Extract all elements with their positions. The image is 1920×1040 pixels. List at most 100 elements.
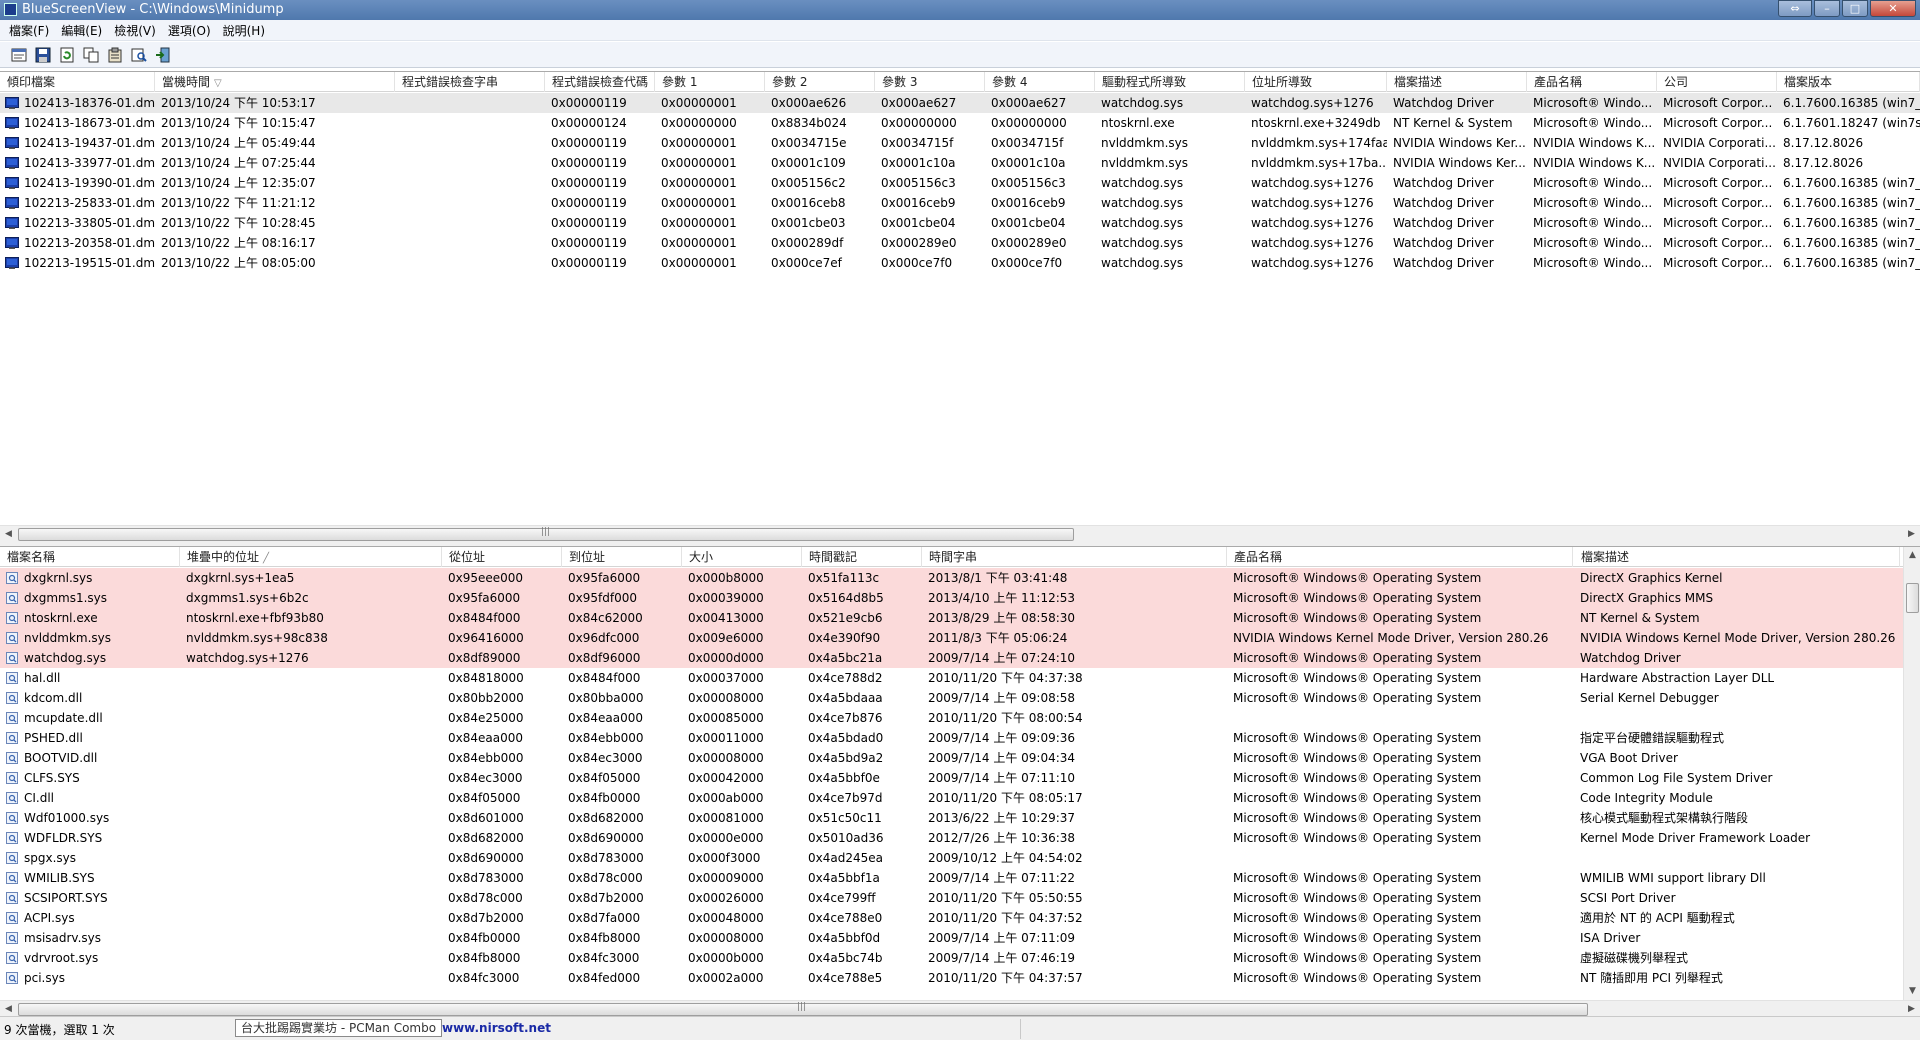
table-row[interactable]: 102413-19390-01.dmp 2013/10/24 上午 12:35:0…	[0, 173, 1920, 193]
table-row[interactable]: pci.sys 0x84fc3000 0x84fed000 0x0002a000 0x4…	[0, 968, 1920, 988]
table-row[interactable]: CI.dll 0x84f05000 0x84fb0000 0x000ab000 0x4c…	[0, 788, 1920, 808]
table-cell	[180, 908, 442, 928]
table-row[interactable]: BOOTVID.dll 0x84ebb000 0x84ec3000 0x0000800…	[0, 748, 1920, 768]
table-cell: 6.1.7600.16385 (win7_rtm	[1783, 196, 1920, 210]
menu-view[interactable]: 檢視(V)	[109, 22, 161, 39]
column-header[interactable]: 產品名稱	[1227, 547, 1573, 567]
switch-window-button[interactable]: ⇔	[1778, 0, 1812, 17]
table-row[interactable]: CLFS.SYS 0x84ec3000 0x84f05000 0x00042000 0x…	[0, 768, 1920, 788]
menu-file[interactable]: 檔案(F)	[4, 22, 54, 39]
table-cell: NVIDIA Corporati...	[1663, 136, 1776, 150]
table-cell: Microsoft® Windows® Operating System	[1233, 891, 1482, 905]
scroll-right-arrow-icon[interactable]: ▶	[1903, 526, 1920, 541]
table-row[interactable]: nvlddmkm.sys nvlddmkm.sys+98c838 0x9641600…	[0, 628, 1920, 648]
find-icon[interactable]	[130, 46, 148, 64]
column-header[interactable]: 檔案版本	[1777, 72, 1920, 92]
table-cell: 0x4ce799ff	[808, 891, 876, 905]
driver-list-hscrollbar[interactable]: ◀ ||| ▶	[0, 1000, 1920, 1016]
column-header[interactable]: 參數 2	[765, 72, 875, 92]
menu-help[interactable]: 說明(H)	[218, 22, 270, 39]
table-cell: 0x4ce7b97d	[808, 791, 883, 805]
nirsoft-link[interactable]: www.nirsoft.net	[442, 1021, 551, 1035]
column-header[interactable]: 到位址	[562, 547, 682, 567]
table-cell: 0x8d783000	[448, 871, 524, 885]
table-cell: 0x4ce788e0	[808, 911, 883, 925]
column-header[interactable]: 當機時間 ▽	[155, 72, 395, 92]
table-row[interactable]: kdcom.dll 0x80bb2000 0x80bba000 0x00008000 0…	[0, 688, 1920, 708]
minimize-button[interactable]: –	[1814, 0, 1840, 17]
table-row[interactable]: ntoskrnl.exe ntoskrnl.exe+fbf93b80 0x8484f…	[0, 608, 1920, 628]
column-header[interactable]: 位址所導致	[1245, 72, 1387, 92]
properties-icon[interactable]	[106, 46, 124, 64]
column-header[interactable]: 參數 4	[985, 72, 1095, 92]
table-row[interactable]: WDFLDR.SYS 0x8d682000 0x8d690000 0x0000e000…	[0, 828, 1920, 848]
table-row[interactable]: Wdf01000.sys 0x8d601000 0x8d682000 0x000810…	[0, 808, 1920, 828]
table-row[interactable]: dxgmms1.sys dxgmms1.sys+6b2c 0x95fa6000 0x9…	[0, 588, 1920, 608]
close-button[interactable]: ✕	[1870, 0, 1916, 17]
column-header[interactable]: 從位址	[442, 547, 562, 567]
table-cell: Microsoft® Windows® Operating System	[1233, 751, 1482, 765]
driver-file-icon	[6, 772, 18, 784]
column-header[interactable]: 參數 1	[655, 72, 765, 92]
table-row[interactable]: 102413-18673-01.dmp 2013/10/24 下午 10:15:4…	[0, 113, 1920, 133]
table-row[interactable]: 102413-18376-01.dmp 2013/10/24 下午 10:53:1…	[0, 93, 1920, 113]
column-header[interactable]: 檔案名稱	[0, 547, 180, 567]
crash-list-hscrollbar[interactable]: ◀ ||| ▶	[0, 525, 1920, 541]
table-row[interactable]: msisadrv.sys 0x84fb0000 0x84fb8000 0x000080…	[0, 928, 1920, 948]
table-cell: WMILIB WMI support library Dll	[1580, 871, 1766, 885]
scroll-up-arrow-icon[interactable]: ▲	[1904, 547, 1920, 564]
table-row[interactable]: spgx.sys 0x8d690000 0x8d783000 0x000f3000 0x…	[0, 848, 1920, 868]
table-row[interactable]: 102213-33805-01.dmp 2013/10/22 下午 10:28:4…	[0, 213, 1920, 233]
save-html-report-icon[interactable]	[10, 46, 28, 64]
table-cell: watchdog.sys+1276	[1251, 256, 1374, 270]
table-row[interactable]: 102413-33977-01.dmp 2013/10/24 上午 07:25:4…	[0, 153, 1920, 173]
table-cell: nvlddmkm.sys+17ba...	[1251, 156, 1387, 170]
column-header[interactable]: 時間字串	[922, 547, 1227, 567]
table-cell: Watchdog Driver	[1393, 196, 1494, 210]
table-cell: Watchdog Driver	[1393, 176, 1494, 190]
exit-icon[interactable]	[154, 46, 172, 64]
dump-file-icon	[5, 197, 19, 209]
table-row[interactable]: ACPI.sys 0x8d7b2000 0x8d7fa000 0x00048000 0x…	[0, 908, 1920, 928]
column-header[interactable]: 傾印檔案	[0, 72, 155, 92]
table-row[interactable]: watchdog.sys watchdog.sys+1276 0x8df89000 0…	[0, 648, 1920, 668]
status-divider	[1020, 1019, 1021, 1039]
save-icon[interactable]	[34, 46, 52, 64]
column-header[interactable]: 時間戳記	[802, 547, 922, 567]
column-header[interactable]: 檔案描述	[1387, 72, 1527, 92]
table-row[interactable]: WMILIB.SYS 0x8d783000 0x8d78c000 0x00009000…	[0, 868, 1920, 888]
column-header[interactable]: 大小	[682, 547, 802, 567]
column-header[interactable]: 程式錯誤檢查字串	[395, 72, 545, 92]
scroll-left-arrow-icon[interactable]: ◀	[0, 1001, 17, 1016]
column-header[interactable]: 參數 3	[875, 72, 985, 92]
vscroll-thumb[interactable]	[1906, 583, 1919, 613]
scroll-down-arrow-icon[interactable]: ▼	[1904, 983, 1920, 1000]
table-row[interactable]: hal.dll 0x84818000 0x8484f000 0x00037000 0x4…	[0, 668, 1920, 688]
menu-options[interactable]: 選項(O)	[163, 22, 216, 39]
column-header[interactable]: 驅動程式所導致	[1095, 72, 1245, 92]
column-header[interactable]: 程式錯誤檢查代碼	[545, 72, 655, 92]
table-row[interactable]: PSHED.dll 0x84eaa000 0x84ebb000 0x00011000 0…	[0, 728, 1920, 748]
menu-edit[interactable]: 編輯(E)	[56, 22, 107, 39]
table-row[interactable]: 102213-19515-01.dmp 2013/10/22 上午 08:05:0…	[0, 253, 1920, 273]
column-header[interactable]: 產品名稱	[1527, 72, 1657, 92]
driver-file-icon	[6, 812, 18, 824]
table-row[interactable]: 102213-20358-01.dmp 2013/10/22 上午 08:16:1…	[0, 233, 1920, 253]
driver-list-vscrollbar[interactable]: ▲ ▼	[1903, 547, 1920, 1000]
table-cell	[180, 668, 442, 688]
table-row[interactable]: vdrvroot.sys 0x84fb8000 0x84fc3000 0x0000b0…	[0, 948, 1920, 968]
scroll-right-arrow-icon[interactable]: ▶	[1903, 1001, 1920, 1016]
table-row[interactable]: SCSIPORT.SYS 0x8d78c000 0x8d7b2000 0x000260…	[0, 888, 1920, 908]
column-header[interactable]: 公司	[1657, 72, 1777, 92]
copy-icon[interactable]	[82, 46, 100, 64]
maximize-button[interactable]: □	[1842, 0, 1868, 17]
table-row[interactable]: dxgkrnl.sys dxgkrnl.sys+1ea5 0x95eee000 0x9…	[0, 568, 1920, 588]
table-row[interactable]: 102213-25833-01.dmp 2013/10/22 下午 11:21:1…	[0, 193, 1920, 213]
refresh-icon[interactable]	[58, 46, 76, 64]
window-title: BlueScreenView - C:\Windows\Minidump	[22, 2, 284, 17]
column-header[interactable]: 檔案描述	[1574, 547, 1900, 567]
table-row[interactable]: mcupdate.dll 0x84e25000 0x84eaa000 0x000850…	[0, 708, 1920, 728]
table-row[interactable]: 102413-19437-01.dmp 2013/10/24 上午 05:49:4…	[0, 133, 1920, 153]
scroll-left-arrow-icon[interactable]: ◀	[0, 526, 17, 541]
column-header[interactable]: 堆疊中的位址 ╱	[180, 547, 442, 567]
